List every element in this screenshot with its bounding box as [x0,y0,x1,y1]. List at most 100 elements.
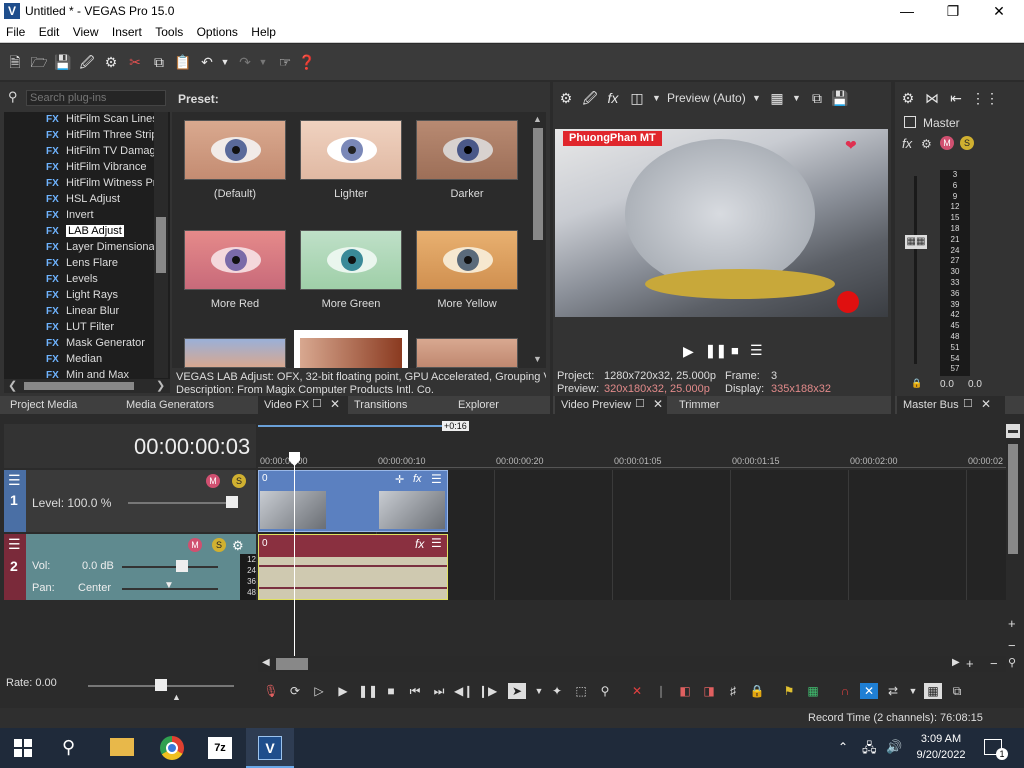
plugin-item[interactable]: FX HitFilm Witness Pr [4,176,154,192]
zoom-out-vertical-icon[interactable]: − [1008,638,1016,653]
start-windows-icon[interactable] [14,739,32,757]
loop-region-bar[interactable] [258,425,448,427]
render-as-icon[interactable]: 🖉 [78,53,96,71]
plugin-item[interactable]: FX HitFilm Three Strip [4,128,154,144]
go-to-end-icon[interactable]: ⏭ [430,683,448,699]
menu-edit[interactable]: Edit [35,23,64,39]
search-icon[interactable]: ⚲ [62,737,75,758]
new-icon[interactable]: 🗎 [6,53,24,71]
clip-menu-icon[interactable]: ☰ [431,536,442,550]
plugin-item[interactable]: FX HitFilm TV Damage [4,144,154,160]
preview-settings-gear-icon[interactable]: ⚙ [557,89,575,107]
video-track-header[interactable]: ☰ 1 M S Level: 100.0 % [4,470,256,532]
overlays-grid-icon[interactable]: ▦ [768,89,786,107]
vol-slider-track[interactable] [122,566,218,568]
loop-playback-icon[interactable]: ⟳ [286,683,304,699]
go-to-start-icon[interactable]: ⏮ [406,683,424,699]
plugin-item[interactable]: FX Light Rays [4,288,154,304]
preset-thumb[interactable] [416,338,518,368]
insert-region-icon[interactable]: ▦ [804,683,822,699]
lock-icon[interactable]: 🔒 [748,683,766,699]
close-tab-icon[interactable]: ✕ [653,397,663,411]
tab-media-generators[interactable]: Media Generators [120,396,220,414]
delete-icon[interactable]: ✕ [628,683,646,699]
chrome-icon[interactable] [160,736,184,760]
event-fx-icon[interactable]: fx [415,537,424,551]
clip-menu-icon[interactable]: ☰ [431,472,442,486]
edit-tool-dropdown-icon[interactable]: ▼ [530,683,548,699]
plugin-item[interactable]: FX Linear Blur [4,304,154,320]
record-icon[interactable]: 🎙 [262,683,280,699]
close-button[interactable]: ✕ [976,0,1022,23]
preset-thumb-selected[interactable] [294,330,408,368]
next-frame-icon[interactable]: ❙▶ [478,683,497,699]
file-explorer-icon[interactable] [110,738,134,756]
tab-video-preview[interactable]: Video Preview [555,396,667,414]
scroll-right-icon[interactable]: ❯ [156,379,165,392]
menu-file[interactable]: File [2,23,29,39]
level-slider-handle[interactable] [226,496,238,508]
menu-insert[interactable]: Insert [108,23,146,39]
fader-lock-icon[interactable]: 🔒 [911,378,922,389]
event-pan-crop-icon[interactable]: ✛ [395,473,404,486]
undo-dropdown-icon[interactable]: ▼ [216,53,234,71]
menu-view[interactable]: View [69,23,103,39]
plugin-item[interactable]: FX Mask Generator [4,336,154,352]
track-fx-icon[interactable]: ⚙ [232,538,244,554]
plugin-item-selected[interactable]: FX LAB Adjust [4,224,154,240]
preset-thumb-more-red[interactable] [184,230,286,290]
preset-thumb-default[interactable] [184,120,286,180]
plugin-item[interactable]: FX Median [4,352,154,368]
preset-scrollbar[interactable]: ▲ ▼ [530,112,546,368]
time-ruler[interactable]: 00:00:00:00 00:00:00:10 00:00:00:20 00:0… [258,452,1006,468]
video-clip[interactable]: 0 ✛ fx ☰ [258,470,448,532]
level-slider-track[interactable] [128,502,238,504]
zoom-in-vertical-icon[interactable]: + [1008,616,1016,631]
show-hidden-icons-chevron-icon[interactable]: ⌃ [838,740,848,754]
play-icon[interactable]: ▶ [683,343,694,360]
copy-snapshot-icon[interactable]: ⧉ [808,89,826,107]
preset-thumb-darker[interactable] [416,120,518,180]
search-plugins-input[interactable] [26,90,166,106]
solo-icon[interactable]: S [960,136,974,150]
save-snapshot-icon[interactable]: 💾 [831,89,849,107]
menu-tools[interactable]: Tools [151,23,187,39]
timeline-hscroll-thumb[interactable] [276,658,308,670]
plugin-item[interactable]: FX Layer Dimensional [4,240,154,256]
vol-slider-handle[interactable] [176,560,188,572]
scroll-down-icon[interactable]: ▼ [533,354,542,364]
clock-date[interactable]: 9/20/2022 [912,749,970,761]
auto-crossfade-icon[interactable]: ✕ [860,683,878,699]
zoom-out-icon[interactable]: − [990,656,998,671]
trim-end-icon[interactable]: ◨ [700,683,718,699]
copy-icon[interactable]: ⧉ [150,53,168,71]
auto-ripple-icon[interactable]: ⇄ [884,683,902,699]
event-fx-icon[interactable]: fx [413,473,422,485]
tab-transitions[interactable]: Transitions [348,396,413,414]
save-icon[interactable]: 💾 [54,53,72,71]
plugin-item[interactable]: FX Lens Flare [4,256,154,272]
rate-slider-handle[interactable] [155,679,167,691]
cut-icon[interactable]: ✂ [126,53,144,71]
play-from-start-icon[interactable]: ▷ [310,683,328,699]
undock-icon[interactable]: ☐ [312,397,322,410]
plugin-hscroll-thumb[interactable] [24,382,134,390]
split-icon[interactable]: ♯ [724,683,742,699]
tab-project-media[interactable]: Project Media [4,396,83,414]
ripple-dropdown-icon[interactable]: ▼ [904,683,922,699]
mute-icon[interactable]: M [188,538,202,552]
track-menu-icon[interactable]: ☰ [8,472,21,489]
solo-icon[interactable]: S [232,474,246,488]
menu-help[interactable]: Help [247,23,280,39]
plugin-item[interactable]: FX Invert [4,208,154,224]
preset-thumb-more-green[interactable] [300,230,402,290]
plugin-item[interactable]: FX HitFilm Vibrance [4,160,154,176]
track-menu-icon[interactable]: ☰ [8,536,21,553]
undock-icon[interactable]: ☐ [963,397,973,410]
normal-edit-tool-icon[interactable]: ➤ [508,683,526,699]
pause-icon[interactable]: ❚❚ [358,683,378,699]
preset-thumb-more-yellow[interactable] [416,230,518,290]
playhead-cursor[interactable] [294,452,295,656]
preset-scroll-thumb[interactable] [533,128,543,240]
zoom-tool-icon[interactable]: ⚲ [1008,656,1016,669]
